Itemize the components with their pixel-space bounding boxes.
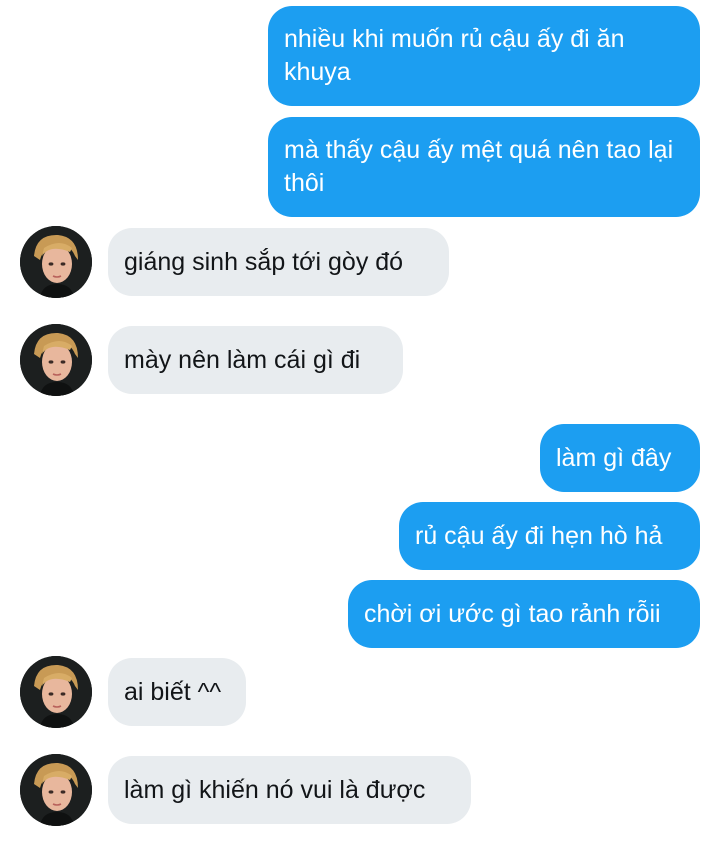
incoming-message[interactable]: ai biết ^^	[108, 658, 246, 726]
user-avatar-icon	[20, 324, 92, 396]
user-avatar-icon	[20, 226, 92, 298]
incoming-message[interactable]: mày nên làm cái gì đi	[108, 326, 403, 394]
contact-avatar[interactable]	[20, 754, 92, 826]
message-text: mà thấy cậu ấy mệt quá nên tao lại thôi	[284, 136, 674, 197]
message-text: giáng sinh sắp tới gòy đó	[124, 247, 404, 276]
user-avatar-icon	[20, 754, 92, 826]
message-text: làm gì khiến nó vui là được	[124, 775, 426, 804]
message-text: mày nên làm cái gì đi	[124, 345, 361, 374]
contact-avatar[interactable]	[20, 324, 92, 396]
chat-thread: nhiều khi muốn rủ cậu ấy đi ăn khuya mà …	[0, 0, 720, 852]
outgoing-message[interactable]: chời ơi ước gì tao rảnh rỗii	[348, 580, 700, 648]
message-text: ai biết ^^	[124, 677, 222, 706]
incoming-message[interactable]: làm gì khiến nó vui là được	[108, 756, 471, 824]
outgoing-message[interactable]: mà thấy cậu ấy mệt quá nên tao lại thôi	[268, 117, 700, 217]
message-text: chời ơi ước gì tao rảnh rỗii	[364, 599, 661, 628]
outgoing-message[interactable]: nhiều khi muốn rủ cậu ấy đi ăn khuya	[268, 6, 700, 106]
message-text: rủ cậu ấy đi hẹn hò hả	[415, 521, 663, 550]
contact-avatar[interactable]	[20, 226, 92, 298]
outgoing-message[interactable]: làm gì đây	[540, 424, 700, 492]
outgoing-message[interactable]: rủ cậu ấy đi hẹn hò hả	[399, 502, 700, 570]
user-avatar-icon	[20, 656, 92, 728]
incoming-message[interactable]: giáng sinh sắp tới gòy đó	[108, 228, 449, 296]
message-text: làm gì đây	[556, 443, 672, 472]
contact-avatar[interactable]	[20, 656, 92, 728]
message-text: nhiều khi muốn rủ cậu ấy đi ăn khuya	[284, 25, 625, 86]
